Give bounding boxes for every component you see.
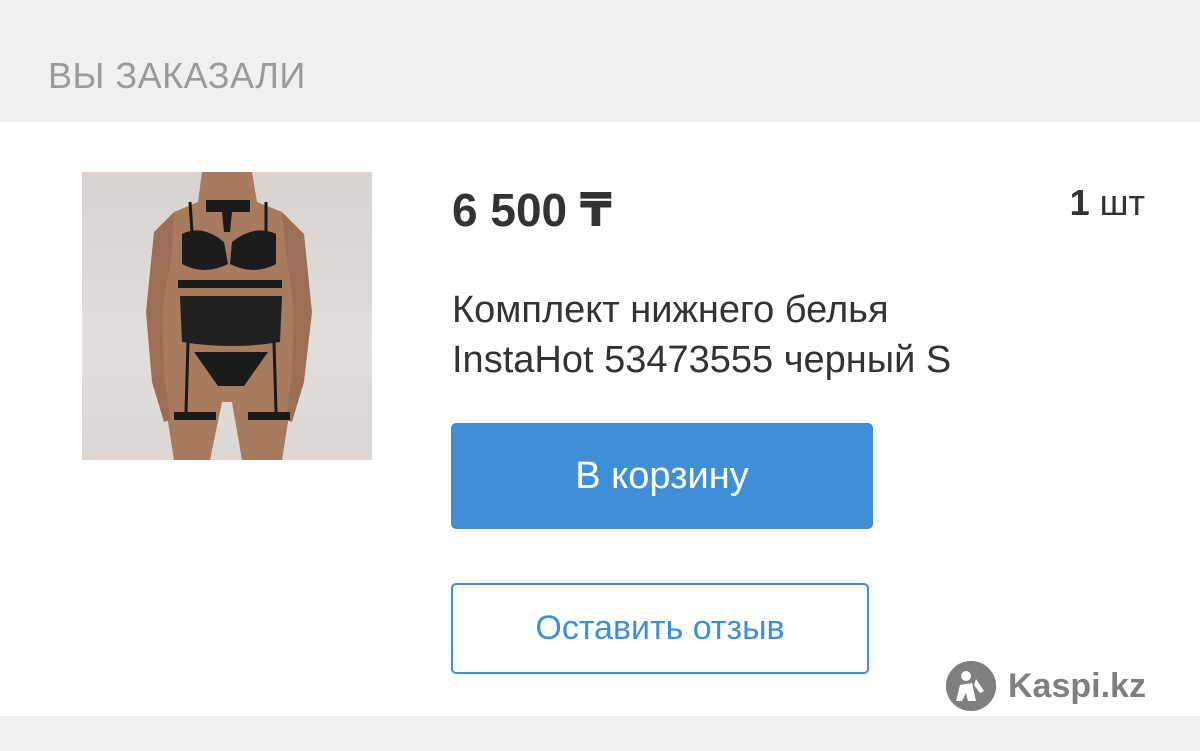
kaspi-watermark: Kaspi.kz [946,660,1146,712]
product-price: 6 500 ₸ [452,184,612,236]
quantity-unit: шт [1099,182,1145,223]
section-header: ВЫ ЗАКАЗАЛИ [0,0,1200,122]
product-image[interactable] [82,172,372,460]
order-screen: ВЫ ЗАКАЗАЛИ 6 500 ₸ 1 шт Комплект нижнег… [0,0,1200,751]
kaspi-logo-icon [946,661,996,711]
quantity-number: 1 [1069,182,1090,223]
product-title-line1: Комплект нижнего белья [452,289,889,331]
kaspi-watermark-text: Kaspi.kz [1008,666,1146,705]
add-to-cart-button[interactable]: В корзину [451,423,873,529]
product-title[interactable]: Комплект нижнего белья InstaHot 53473555… [452,285,1152,385]
leave-review-button[interactable]: Оставить отзыв [451,583,869,674]
bottom-divider-band [0,716,1200,751]
lingerie-photo-illustration [146,172,312,460]
product-quantity: 1 шт [1070,182,1145,224]
product-title-line2: InstaHot 53473555 черный S [452,339,952,381]
section-heading: ВЫ ЗАКАЗАЛИ [48,55,306,96]
